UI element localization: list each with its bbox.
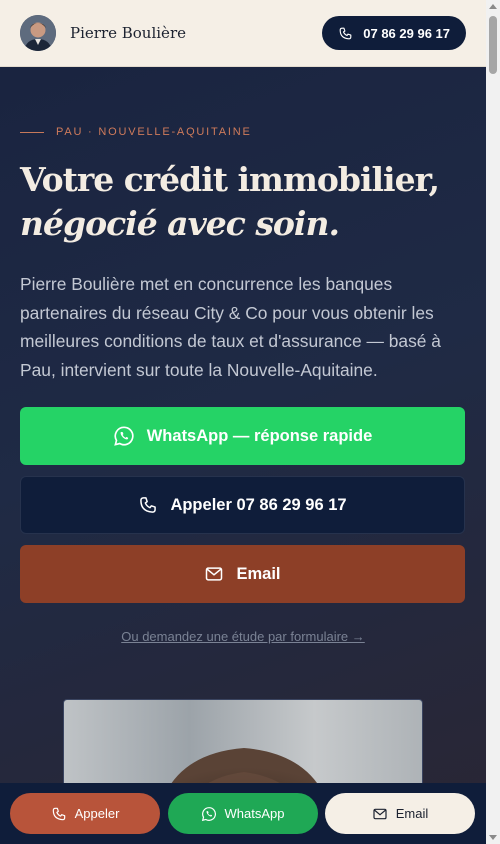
bottom-whatsapp-button[interactable]: WhatsApp <box>167 793 318 834</box>
bottom-whatsapp-label: WhatsApp <box>224 806 285 821</box>
bottom-call-button[interactable]: Appeler <box>10 793 160 834</box>
call-cta-label: Appeler 07 86 29 96 17 <box>170 495 347 514</box>
form-request-link[interactable]: Ou demandez une étude par formulaire → <box>0 629 486 644</box>
brand-name[interactable]: Pierre Boulière <box>70 24 322 42</box>
email-cta-label: Email <box>236 564 281 583</box>
phone-icon <box>140 497 157 513</box>
call-cta-button[interactable]: Appeler 07 86 29 96 17 <box>20 476 465 534</box>
mail-icon <box>373 808 387 819</box>
whatsapp-icon <box>201 806 216 821</box>
avatar-portrait-icon <box>20 15 56 51</box>
page-scrollbar[interactable] <box>486 0 500 844</box>
scroll-down-arrow-icon[interactable] <box>489 835 497 840</box>
bottom-email-label: Email <box>395 806 429 821</box>
page-title: Votre crédit immobilier, négocié avec so… <box>20 158 470 246</box>
email-cta-button[interactable]: Email <box>20 545 465 603</box>
scrollbar-thumb[interactable] <box>489 16 497 74</box>
bottom-email-button[interactable]: Email <box>325 793 475 834</box>
site-header: Pierre Boulière 07 86 29 96 17 <box>0 0 486 67</box>
hero-description: Pierre Boulière met en concurrence les b… <box>20 274 441 380</box>
header-phone-label: 07 86 29 96 17 <box>363 25 450 41</box>
phone-icon <box>52 807 65 820</box>
scroll-up-arrow-icon[interactable] <box>489 4 497 9</box>
header-phone-button[interactable]: 07 86 29 96 17 <box>322 16 466 50</box>
whatsapp-icon <box>113 426 134 446</box>
whatsapp-cta-button[interactable]: WhatsApp — réponse rapide <box>20 407 465 465</box>
avatar <box>20 15 56 51</box>
whatsapp-cta-label: WhatsApp — réponse rapide <box>146 426 373 445</box>
phone-icon <box>339 27 352 39</box>
page-title-line1: Votre crédit immobilier, <box>20 160 440 199</box>
hero-eyebrow: PAU · NOUVELLE-AQUITAINE <box>20 126 252 138</box>
sticky-contact-bar: Appeler WhatsApp Email <box>0 783 486 844</box>
page-title-line2: négocié avec soin. <box>20 204 340 243</box>
eyebrow-text: PAU · NOUVELLE-AQUITAINE <box>56 126 252 138</box>
bottom-call-label: Appeler <box>74 806 120 821</box>
eyebrow-divider <box>20 131 44 133</box>
mail-icon <box>206 567 223 581</box>
